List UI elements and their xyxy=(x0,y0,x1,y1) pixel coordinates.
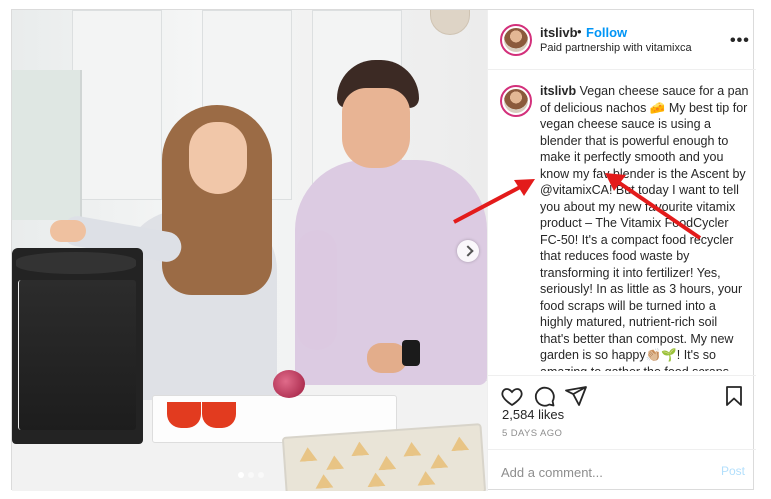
caption-username[interactable]: itslivb xyxy=(540,84,576,98)
comment-icon[interactable] xyxy=(532,384,556,408)
red-onion xyxy=(273,370,305,398)
red-bowl xyxy=(167,402,201,428)
header-separator: • xyxy=(577,24,582,39)
heart-icon[interactable] xyxy=(500,384,524,408)
more-options-icon[interactable]: ••• xyxy=(730,32,750,50)
carousel-dot xyxy=(248,472,254,478)
action-bar xyxy=(488,375,756,407)
nacho-chip xyxy=(350,441,369,456)
nacho-chip xyxy=(429,454,448,469)
instagram-post: itslivb • Follow Paid partnership with v… xyxy=(11,9,756,491)
post-comment-button[interactable]: Post xyxy=(721,464,745,478)
nacho-chip xyxy=(367,472,386,487)
woman-face xyxy=(189,122,247,194)
nacho-chip xyxy=(325,455,344,470)
bookmark-icon[interactable] xyxy=(722,384,746,408)
kitchen-window xyxy=(12,70,82,220)
smart-watch xyxy=(402,340,420,366)
carousel-dot xyxy=(258,472,264,478)
caption-avatar[interactable] xyxy=(500,85,532,117)
caption-text: Vegan cheese sauce for a pan of deliciou… xyxy=(540,84,749,371)
man-face xyxy=(342,88,410,168)
post-sidebar: itslivb • Follow Paid partnership with v… xyxy=(487,10,756,491)
carousel-dots xyxy=(238,472,264,478)
caption-scroll-area[interactable]: itslivb Vegan cheese sauce for a pan of … xyxy=(488,71,756,371)
carousel-dot-active xyxy=(238,472,244,478)
red-bowl xyxy=(202,402,236,428)
nacho-chip xyxy=(315,474,334,489)
recycler-panel xyxy=(18,280,136,430)
header-username[interactable]: itslivb xyxy=(540,25,578,40)
nacho-chip xyxy=(377,455,396,470)
share-icon[interactable] xyxy=(564,384,588,408)
post-date[interactable]: 5 DAYS AGO xyxy=(502,428,562,439)
avatar[interactable] xyxy=(500,24,532,56)
nacho-chip xyxy=(450,436,469,451)
food-recycler xyxy=(12,248,143,444)
man-arm xyxy=(297,230,337,350)
likes-count[interactable]: 2,584 likes xyxy=(502,407,564,422)
post-header: itslivb • Follow Paid partnership with v… xyxy=(488,10,756,70)
carousel-next-button[interactable] xyxy=(457,240,479,262)
nacho-chip xyxy=(402,441,421,456)
cabinet xyxy=(72,10,162,200)
caption: itslivb Vegan cheese sauce for a pan of … xyxy=(540,83,750,371)
man-hand xyxy=(367,343,407,373)
nacho-chip xyxy=(299,447,318,462)
recycler-lid xyxy=(16,252,136,274)
follow-button[interactable]: Follow xyxy=(586,25,627,40)
woman-hand xyxy=(50,220,86,242)
comment-bar: Post xyxy=(488,449,756,491)
comment-input[interactable] xyxy=(501,462,701,482)
post-photo[interactable] xyxy=(12,10,487,491)
nacho-chip xyxy=(417,470,436,485)
paid-partnership-label[interactable]: Paid partnership with vitamixca xyxy=(540,42,692,54)
